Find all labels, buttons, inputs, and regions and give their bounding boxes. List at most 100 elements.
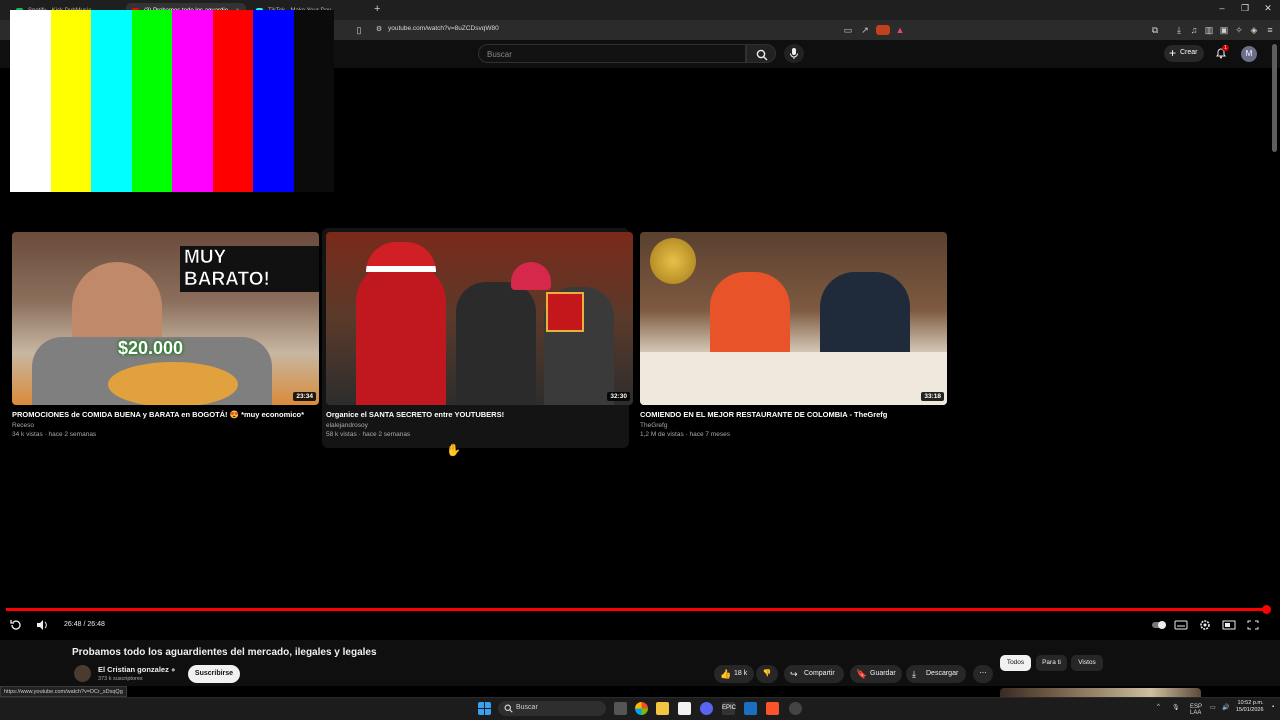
share-icon[interactable]: ↗ bbox=[859, 25, 871, 35]
rewards-icon[interactable]: ▲ bbox=[894, 25, 906, 35]
download-icon[interactable]: ⤓ bbox=[1173, 25, 1185, 35]
video-thumbnail[interactable]: MUY BARATO! $20.000 23:34 bbox=[12, 232, 319, 405]
like-count: 18 k bbox=[734, 670, 748, 677]
language-indicator[interactable]: ESP LAA bbox=[1190, 704, 1202, 716]
person-shape bbox=[710, 272, 790, 362]
channel-name[interactable]: TheGrefg bbox=[640, 422, 947, 429]
site-info-icon[interactable]: ⚙ bbox=[373, 25, 385, 35]
channel-avatar[interactable] bbox=[74, 665, 91, 682]
taskbar-search-label: Buscar bbox=[516, 704, 538, 711]
system-clock[interactable]: 10:52 p.m. 15/01/2026 bbox=[1236, 700, 1264, 714]
voice-search-button[interactable] bbox=[784, 44, 804, 63]
windows-start-icon[interactable] bbox=[478, 702, 491, 715]
video-duration: 32:30 bbox=[607, 392, 630, 401]
channel-name[interactable]: El Cristian gonzalez ● bbox=[98, 665, 175, 674]
channel-name[interactable]: elalejandrosoy bbox=[326, 422, 625, 429]
color-bars-overlay bbox=[10, 10, 295, 192]
end-screen-video-2[interactable]: 32:30 Organice el SANTA SECRETO entre YO… bbox=[322, 228, 633, 448]
vpn-icon[interactable]: ◈ bbox=[1248, 25, 1260, 35]
minimize-icon[interactable]: – bbox=[1211, 3, 1233, 13]
end-screen-video-3[interactable]: 33:18 COMIENDO EN EL MEJOR RESTAURANTE D… bbox=[640, 232, 947, 438]
cast-icon[interactable]: ▭ bbox=[842, 25, 854, 35]
video-page-title: Probamos todo los aguardientes del merca… bbox=[72, 647, 377, 658]
color-bar-2 bbox=[50, 10, 92, 192]
music-icon[interactable]: ♫ bbox=[1188, 25, 1200, 35]
page-scrollbar[interactable] bbox=[1272, 44, 1277, 152]
thumbnail-text-price: $20.000 bbox=[118, 338, 184, 358]
person-shape bbox=[456, 282, 536, 405]
brave-browser-icon[interactable] bbox=[766, 702, 779, 715]
fullscreen-icon[interactable] bbox=[1246, 619, 1260, 631]
clock-date: 15/01/2026 bbox=[1236, 707, 1264, 713]
video-title[interactable]: Organice el SANTA SECRETO entre YOUTUBER… bbox=[326, 410, 625, 419]
search-icon bbox=[756, 49, 768, 61]
santa-hat-shape bbox=[366, 242, 436, 272]
color-bar-1 bbox=[10, 10, 51, 192]
close-window-icon[interactable]: ✕ bbox=[1257, 3, 1279, 14]
settings-gear-icon[interactable] bbox=[1198, 619, 1212, 631]
extensions-icon[interactable]: ✧ bbox=[1233, 25, 1245, 35]
share-arrow-icon: ↪ bbox=[790, 669, 798, 679]
video-thumbnail[interactable]: 33:18 bbox=[640, 232, 947, 405]
brave-shield-icon[interactable] bbox=[876, 25, 890, 35]
epic-games-icon[interactable]: EPIC bbox=[722, 702, 736, 715]
taskbar-search[interactable]: Buscar bbox=[498, 701, 606, 716]
calendar-app-icon[interactable] bbox=[678, 702, 691, 715]
account-avatar[interactable]: M bbox=[1241, 46, 1257, 62]
table-shape bbox=[640, 352, 947, 405]
video-title[interactable]: PROMOCIONES de COMIDA BUENA y BARATA en … bbox=[12, 410, 319, 419]
color-bar-6 bbox=[212, 10, 254, 192]
chip-todos[interactable]: Todos bbox=[1000, 655, 1031, 671]
more-actions-button[interactable]: ⋯ bbox=[973, 665, 993, 683]
video-title[interactable]: COMIENDO EN EL MEJOR RESTAURANTE DE COLO… bbox=[640, 410, 947, 419]
address-bar[interactable]: youtube.com/watch?v=8uZCDsvqW80 bbox=[388, 25, 499, 32]
create-button[interactable]: + Crear bbox=[1164, 45, 1204, 62]
channel-name-text: El Cristian gonzalez bbox=[98, 665, 169, 674]
search-input[interactable]: Buscar bbox=[478, 44, 746, 63]
volume-tray-icon[interactable]: 🔊 bbox=[1222, 704, 1229, 711]
notification-center-icon[interactable]: ▪ bbox=[1272, 704, 1274, 710]
person-shape bbox=[820, 272, 910, 362]
replay-icon[interactable] bbox=[9, 619, 23, 631]
like-button[interactable]: 👍 18 k bbox=[714, 665, 754, 683]
notification-badge: 1 bbox=[1222, 45, 1229, 51]
chip-vistos[interactable]: Vistos bbox=[1071, 655, 1103, 671]
time-display: 26:48 / 26:48 bbox=[64, 621, 105, 628]
settings-app-icon[interactable] bbox=[789, 702, 802, 715]
sidebar-icon[interactable]: ▥ bbox=[1203, 25, 1215, 35]
progress-bar[interactable] bbox=[6, 608, 1268, 611]
subscribe-button[interactable]: Suscribirse bbox=[188, 665, 240, 683]
progress-scrubber[interactable] bbox=[1262, 605, 1271, 614]
tray-mic-icon[interactable]: 🎙 bbox=[1172, 704, 1180, 711]
steam-icon[interactable] bbox=[744, 702, 757, 715]
discord-icon[interactable] bbox=[700, 702, 713, 715]
lang-layout: LAA bbox=[1190, 710, 1202, 716]
new-tab-button[interactable]: + bbox=[374, 3, 380, 15]
wallet-icon[interactable]: ▣ bbox=[1218, 25, 1230, 35]
bookmark-icon[interactable]: ▯ bbox=[353, 25, 365, 35]
tray-overflow-icon[interactable]: ^ bbox=[1157, 704, 1160, 710]
menu-icon[interactable]: ≡ bbox=[1264, 25, 1276, 35]
volume-icon[interactable] bbox=[35, 619, 49, 631]
autoplay-toggle-icon[interactable] bbox=[1151, 619, 1167, 631]
share-button[interactable]: ↪ Compartir bbox=[784, 665, 844, 683]
file-explorer-icon[interactable] bbox=[656, 702, 669, 715]
chip-para-ti[interactable]: Para ti bbox=[1036, 655, 1067, 671]
task-view-icon[interactable] bbox=[614, 702, 627, 715]
red-beanie-shape bbox=[511, 262, 551, 290]
subtitles-icon[interactable] bbox=[1174, 619, 1188, 631]
end-screen-video-1[interactable]: MUY BARATO! $20.000 23:34 PROMOCIONES de… bbox=[12, 232, 319, 438]
download-button[interactable]: ⤓ Descargar bbox=[906, 665, 966, 683]
search-button[interactable] bbox=[746, 44, 776, 63]
network-icon[interactable]: ▭ bbox=[1210, 704, 1216, 711]
maximize-icon[interactable]: ❐ bbox=[1234, 3, 1256, 14]
screenshot-icon[interactable]: ⧉ bbox=[1149, 25, 1161, 35]
save-button[interactable]: 🔖 Guardar bbox=[850, 665, 902, 683]
copilot-icon[interactable] bbox=[635, 702, 648, 715]
gold-medal-icon bbox=[650, 238, 696, 284]
video-thumbnail[interactable]: 32:30 bbox=[326, 232, 633, 405]
miniplayer-icon[interactable] bbox=[1222, 619, 1236, 631]
download-arrow-icon: ⤓ bbox=[912, 669, 916, 679]
dislike-button[interactable]: 👎 bbox=[756, 665, 778, 683]
channel-name[interactable]: Receso bbox=[12, 422, 319, 429]
